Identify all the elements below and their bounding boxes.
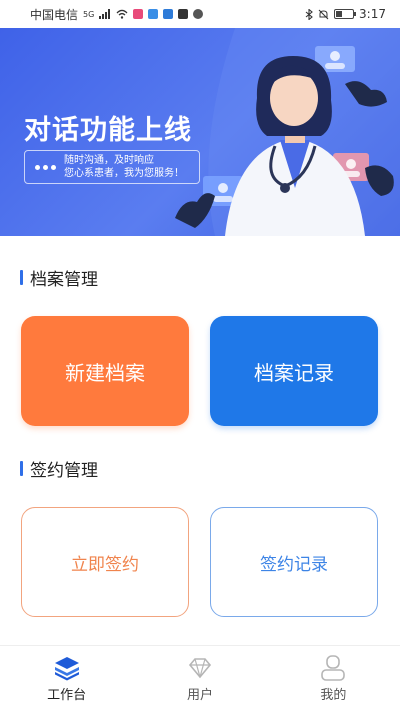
sign-section-heading: 签约管理 [20,456,98,481]
archive-section-heading: 档案管理 [20,265,98,290]
person-icon [321,655,346,681]
promo-banner[interactable]: 对话功能上线 随时沟通，及时响应 您心系患者，我为您服务！ [0,28,400,236]
status-bar: 中国电信 5G 3:17 [0,0,400,28]
new-archive-label: 新建档案 [65,360,145,385]
nav-label-users: 用户 [186,688,213,703]
app-icon [133,9,144,19]
banner-title: 对话功能上线 [24,115,192,146]
layers-icon [54,657,79,681]
bluetooth-icon [305,8,313,20]
archive-heading-label: 档案管理 [30,270,98,290]
carrier-label: 中国电信 [30,7,79,22]
sign-now-button[interactable]: 立即签约 [21,507,189,617]
archive-records-button[interactable]: 档案记录 [210,316,378,426]
chat-dots-icon [25,164,64,170]
doctor-illustration [175,28,400,236]
app-icon [163,9,174,19]
nav-label-workbench: 工作台 [47,688,87,703]
bottom-nav: 工作台 用户 我的 [0,645,400,712]
mute-icon [318,9,329,19]
battery-icon [334,9,357,19]
status-left: 中国电信 5G [30,6,204,23]
sign-now-label: 立即签约 [71,554,139,575]
sign-records-label: 签约记录 [260,554,328,575]
heading-accent-bar [20,270,23,285]
nav-label-mine: 我的 [320,688,347,703]
new-archive-button[interactable]: 新建档案 [21,316,189,426]
nav-item-users[interactable]: 用户 [133,646,266,712]
network-label: 5G [83,9,95,19]
signal-icon [99,9,111,19]
banner-subtitle-line2: 您心系患者，我为您服务！ [64,168,184,179]
banner-subtitle: 随时沟通，及时响应 您心系患者，我为您服务！ [64,154,184,180]
nav-item-workbench[interactable]: 工作台 [0,646,133,712]
banner-subtitle-card: 随时沟通，及时响应 您心系患者，我为您服务！ [24,150,200,184]
archive-records-label: 档案记录 [254,360,334,385]
app-icon [148,9,159,19]
app-icon [178,9,189,19]
banner-subtitle-line1: 随时沟通，及时响应 [64,155,154,166]
sign-heading-label: 签约管理 [30,461,98,481]
diamond-icon [188,658,212,679]
app-icon [193,9,204,19]
heading-accent-bar [20,461,23,476]
sign-records-button[interactable]: 签约记录 [210,507,378,617]
status-right: 3:17 [305,7,386,21]
wifi-icon [116,9,128,19]
clock: 3:17 [359,7,386,21]
nav-item-mine[interactable]: 我的 [267,646,400,712]
